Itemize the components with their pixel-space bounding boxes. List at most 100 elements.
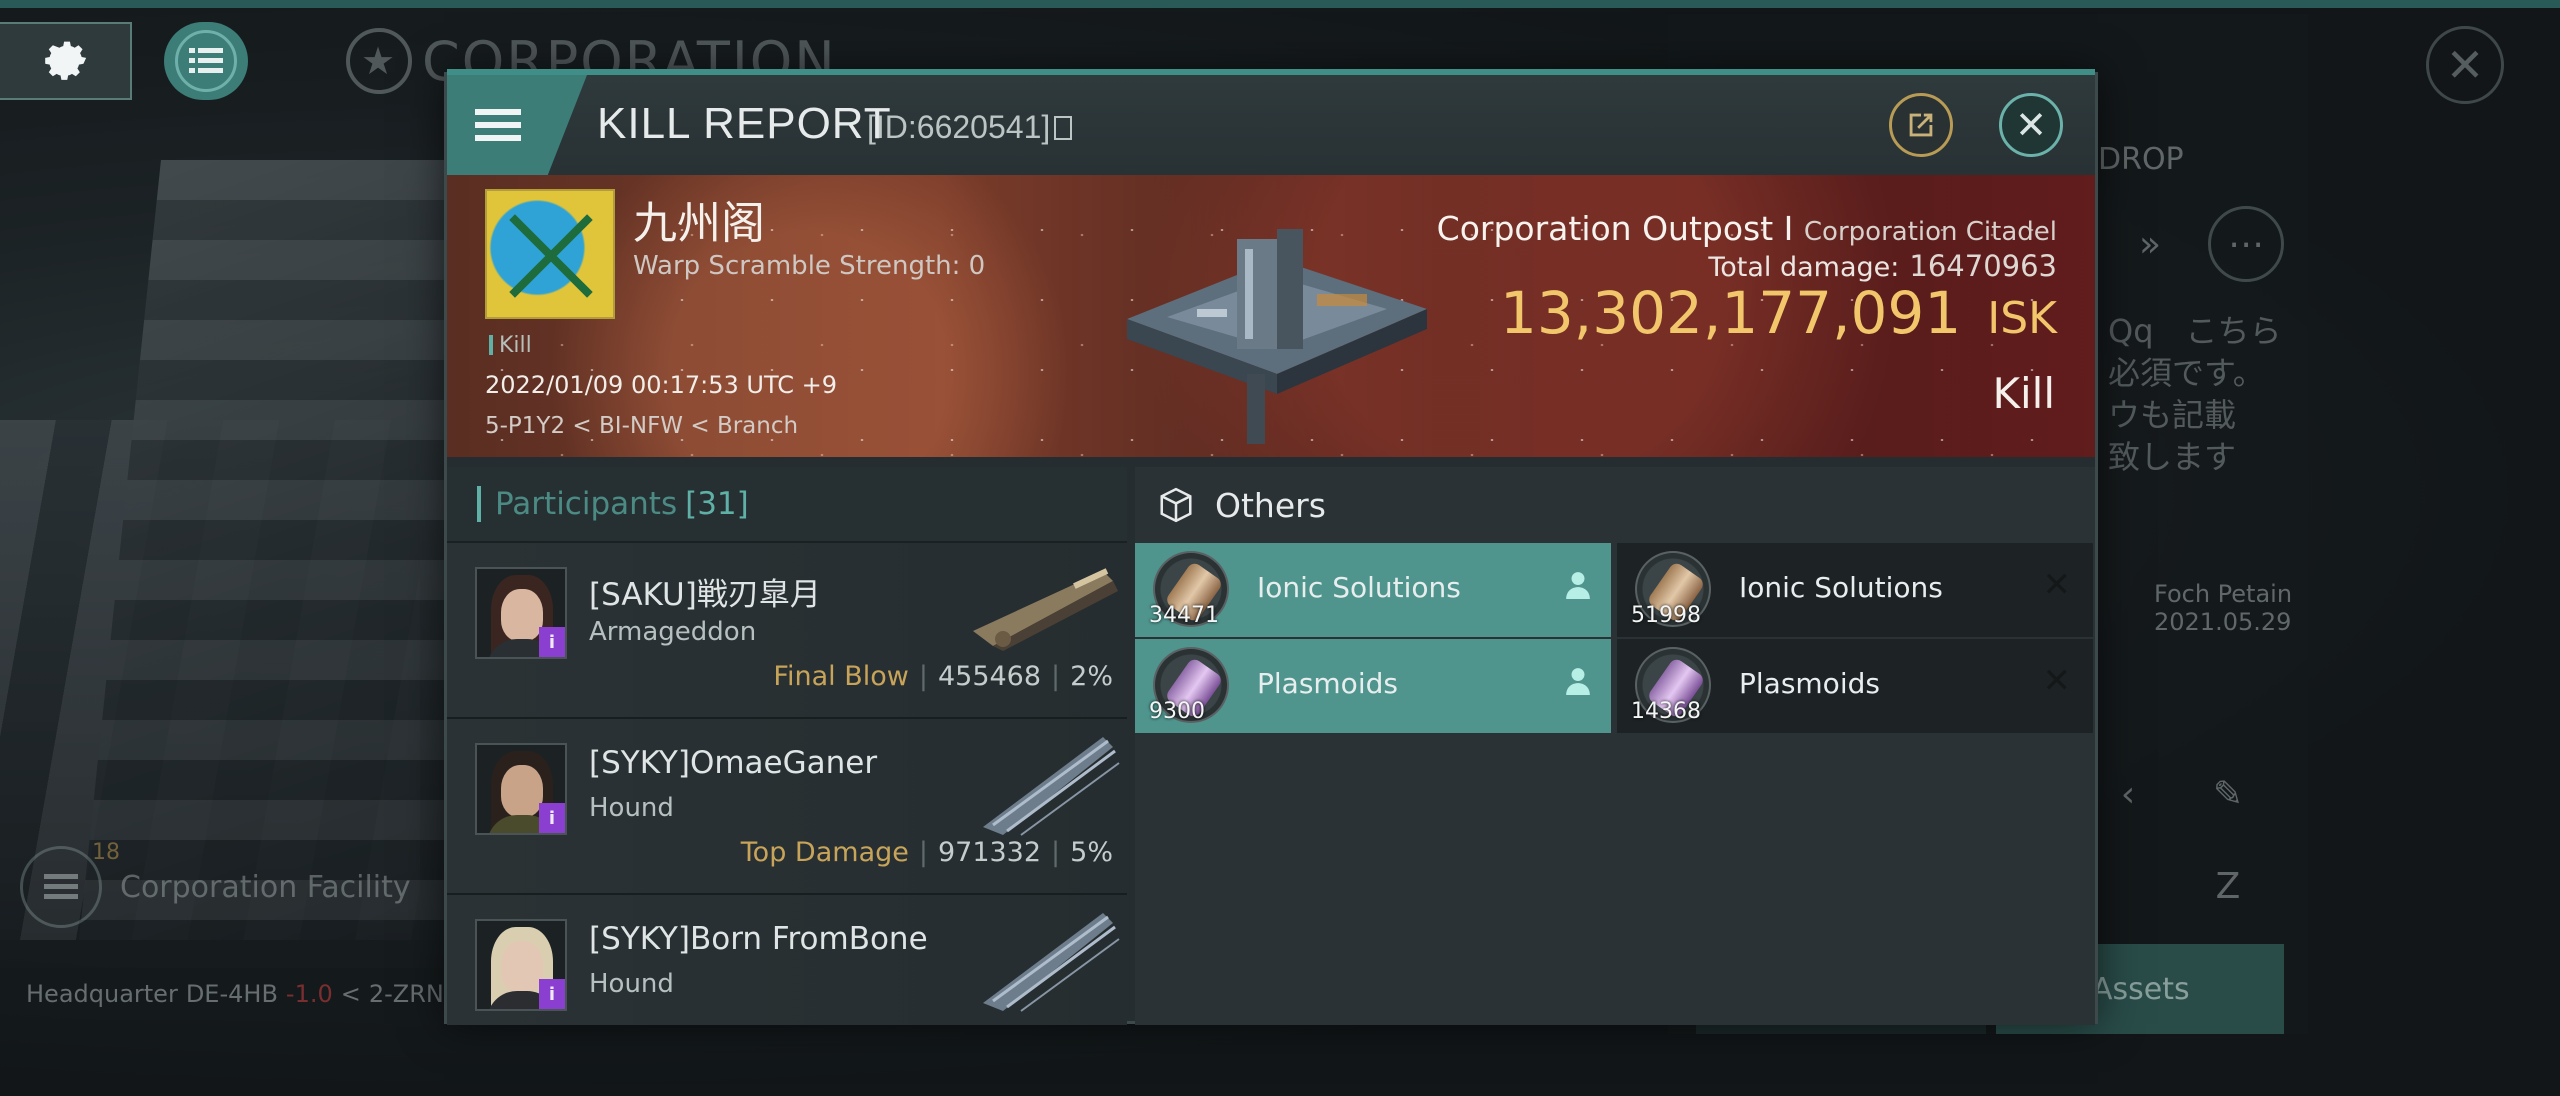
background-facility-icon [20, 846, 102, 928]
background-assets-label: Assets [2092, 971, 2190, 1007]
victim-structure-name: Corporation Outpost Ⅰ [1436, 209, 1794, 248]
item-name: Plasmoids [1257, 667, 1398, 700]
isk-amount: 13,302,177,091 [1500, 279, 1962, 347]
cargo-box-icon [1160, 487, 1192, 523]
background-forward-icon: » [2138, 223, 2162, 265]
total-damage-value: 16470963 [1909, 249, 2057, 283]
menu-button[interactable] [447, 75, 587, 175]
item-cell[interactable]: 9300 Plasmoids [1135, 639, 1611, 733]
victim-structure: Corporation Outpost Ⅰ Corporation Citade… [1437, 209, 2057, 248]
background-hq-system: DE-4HB [185, 980, 278, 1008]
item-name: Plasmoids [1739, 667, 1880, 700]
info-badge-icon[interactable]: i [539, 979, 565, 1009]
structure-image [1127, 229, 1427, 444]
participant-ship: Armageddon [589, 617, 757, 647]
participant-portrait[interactable]: i [475, 919, 567, 1011]
total-damage: Total damage: 16470963 [1708, 249, 2057, 283]
participant-row[interactable]: i [SYKY]Born FromBone Hound [447, 895, 1127, 1025]
background-back-icon: ‹ [2120, 773, 2136, 815]
kill-location[interactable]: 5-P1Y2 < BI-NFW < Branch [485, 413, 798, 439]
participant-ship: Hound [589, 969, 674, 999]
info-badge-icon[interactable]: i [539, 803, 565, 833]
victim-corp-name[interactable]: 九州阁 [633, 187, 765, 251]
participant-row[interactable]: i [SYKY]OmaeGaner Hound Top Damage | 97133… [447, 719, 1127, 895]
top-strip [0, 0, 2560, 8]
item-quantity: 14368 [1631, 699, 1701, 724]
background-hq-separator: < [340, 980, 361, 1008]
ship-armageddon-icon [973, 568, 1118, 651]
portrait-face [501, 589, 543, 641]
kill-tag: Kill [489, 333, 532, 358]
background-hq-sec: -1.0 [285, 980, 333, 1008]
participant-percent: 5% [1070, 837, 1113, 868]
warp-scramble-strength: Warp Scramble Strength: 0 [633, 251, 986, 281]
background-more-icon: ⋯ [2208, 206, 2284, 282]
participants-header: Participants [31] [447, 467, 1127, 543]
background-facility: 18 Corporation Facility [20, 840, 411, 928]
list-button[interactable] [164, 22, 248, 100]
close-button[interactable]: ✕ [1999, 93, 2063, 157]
background-author-date: 2021.05.29 [2154, 608, 2292, 636]
item-cell[interactable]: 51998 Ionic Solutions ✕ [1617, 543, 2093, 637]
kill-timestamp: 2022/01/09 00:17:53 UTC +9 [485, 371, 837, 399]
background-notice-line: ウも記載 [2108, 396, 2237, 434]
background-notice-line: 必須です。 [2108, 354, 2265, 392]
portrait-face [501, 765, 543, 817]
kill-report-dialog: KILL REPORT [ID:6620541] ✕ 九州阁 Warp Scra… [444, 69, 2098, 1025]
participant-ship: Hound [589, 793, 674, 823]
stats-separator: | [918, 661, 928, 692]
victim-structure-type: Corporation Citadel [1803, 217, 2057, 247]
item-name: Ionic Solutions [1257, 571, 1461, 604]
share-icon [1909, 113, 1933, 137]
background-notice-line: 致します [2108, 438, 2237, 476]
item-quantity: 34471 [1149, 603, 1219, 628]
item-cell[interactable]: 14368 Plasmoids ✕ [1617, 639, 2093, 733]
item-name: Ionic Solutions [1739, 571, 1943, 604]
ship-hound-icon [983, 913, 1120, 1012]
settings-button[interactable] [0, 22, 132, 100]
dropped-person-icon [1565, 667, 1591, 703]
dialog-header: KILL REPORT [ID:6620541] ✕ [447, 75, 2095, 175]
isk-value: 13,302,177,091 ISK [1500, 279, 2057, 347]
close-icon: ✕ [2015, 103, 2047, 147]
participants-label: Participants [495, 486, 678, 522]
report-id[interactable]: [ID:6620541] [867, 109, 1073, 146]
participants-accent-bar [477, 486, 481, 522]
background-sleep-icon: Z [2215, 865, 2241, 907]
others-header: Others [1135, 467, 2095, 543]
item-quantity: 9300 [1149, 699, 1205, 724]
background-author-name: Foch Petain [2154, 580, 2293, 608]
participant-percent: 2% [1070, 661, 1113, 692]
participant-portrait[interactable]: i [475, 567, 567, 659]
participants-panel[interactable]: Participants [31] i [SAKU]戦刃皐月 Armageddo… [447, 467, 1127, 1025]
victim-banner: 九州阁 Warp Scramble Strength: 0 Kill 2022/… [447, 175, 2095, 457]
isk-unit: ISK [1987, 293, 2057, 344]
dialog-title: KILL REPORT [597, 99, 892, 148]
participants-count: [31] [685, 486, 749, 522]
destroyed-x-icon: ✕ [2042, 565, 2072, 605]
list-icon [175, 30, 237, 92]
background-hq-label: Headquarter [26, 980, 178, 1008]
participant-portrait[interactable]: i [475, 743, 567, 835]
background-notice-line: Qq こちら [2108, 312, 2282, 350]
corporation-logo[interactable] [485, 189, 615, 319]
gear-icon [45, 41, 87, 80]
kill-tag-text: Kill [499, 333, 532, 358]
dropped-person-icon [1565, 571, 1591, 607]
menu-icon [475, 102, 521, 148]
stats-separator: | [918, 837, 928, 868]
kill-tag-bar [489, 335, 493, 355]
participant-name: [SYKY]Born FromBone [589, 921, 928, 957]
background-facility-label: Corporation Facility [120, 869, 411, 905]
participant-stats: Final Blow | 455468 | 2% [773, 661, 1113, 692]
participant-name: [SAKU]戦刃皐月 [589, 577, 821, 613]
background-notice-text: Qq こちら 必須です。 ウも記載 致します [2108, 310, 2282, 478]
ship-hound-icon [983, 737, 1120, 836]
copy-icon[interactable] [1054, 116, 1073, 140]
participant-role: Top Damage [740, 837, 909, 868]
share-button[interactable] [1889, 93, 1953, 157]
item-cell[interactable]: 34471 Ionic Solutions [1135, 543, 1611, 637]
portrait-face [501, 941, 543, 993]
participant-row[interactable]: i [SAKU]戦刃皐月 Armageddon Final Blow | 45546… [447, 543, 1127, 719]
info-badge-icon[interactable]: i [539, 627, 565, 657]
